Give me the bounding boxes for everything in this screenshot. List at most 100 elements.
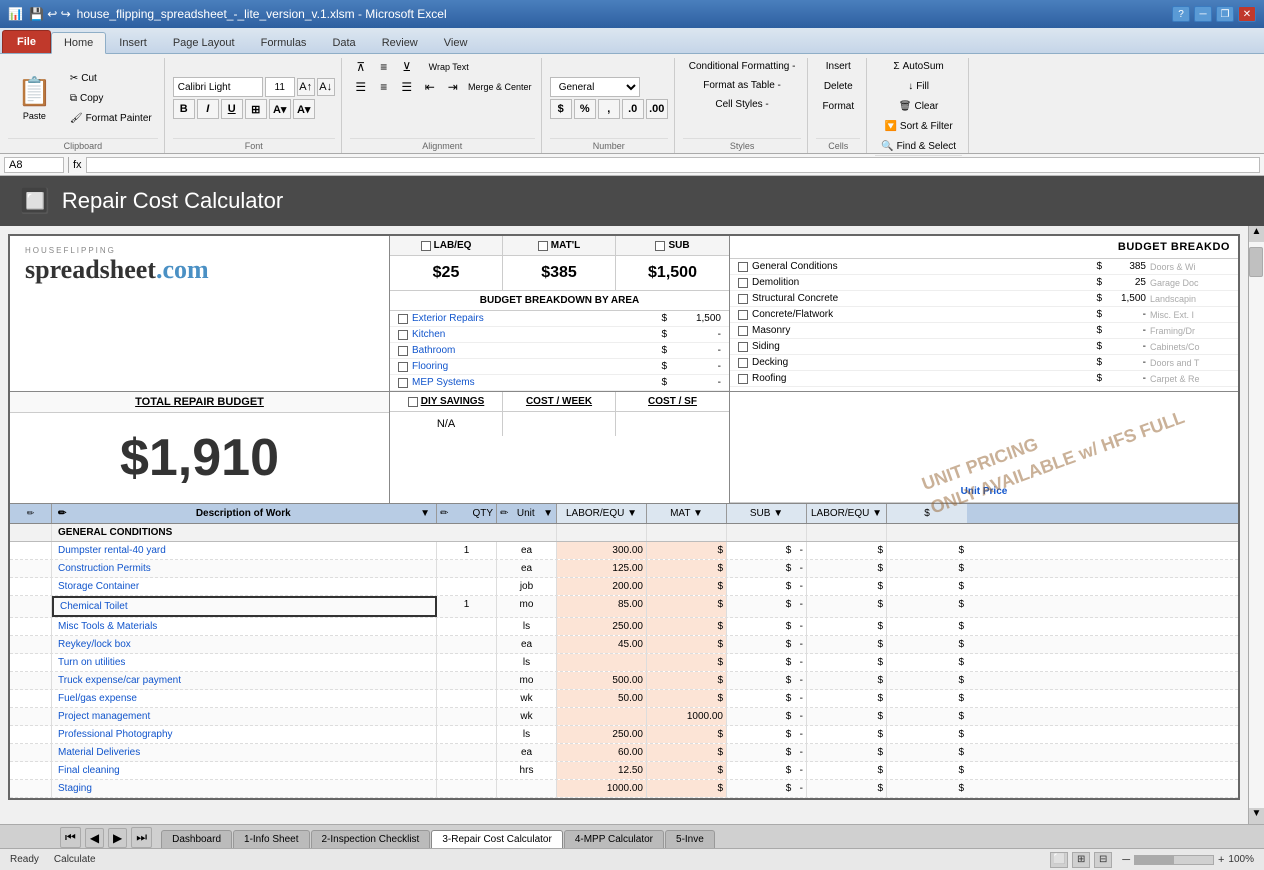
tab-inve[interactable]: 5-Inve <box>665 830 715 848</box>
diy-checkbox[interactable] <box>408 397 418 407</box>
format-as-table-button[interactable]: Format as Table - <box>697 77 787 94</box>
row-desc-11[interactable]: Material Deliveries <box>52 744 437 761</box>
sheet-nav-first[interactable]: ⏮ <box>60 827 81 848</box>
bold-button[interactable]: B <box>173 99 195 119</box>
normal-view-button[interactable]: ⬜ <box>1050 852 1068 868</box>
increase-indent-button[interactable]: ⇥ <box>442 78 464 96</box>
kitchen-checkbox[interactable] <box>398 330 408 340</box>
sheet-nav-last[interactable]: ⏭ <box>131 827 152 848</box>
dropdown-icon-labor2[interactable]: ▼ <box>872 508 882 519</box>
delete-cells-button[interactable]: Delete <box>818 78 859 95</box>
tab-info-sheet[interactable]: 1-Info Sheet <box>233 830 309 848</box>
sheet-nav-prev[interactable]: ◀ <box>85 828 104 848</box>
align-right-button[interactable]: ☰ <box>396 78 418 96</box>
wrap-text-button[interactable]: Wrap Text <box>419 58 479 76</box>
mep-item-name[interactable]: MEP Systems <box>412 377 657 388</box>
border-button[interactable]: ⊞ <box>245 99 267 119</box>
find-select-button[interactable]: 🔍 Find & Select <box>875 138 962 155</box>
row-desc-4[interactable]: Misc Tools & Materials <box>52 618 437 635</box>
sort-filter-button[interactable]: 🔽 Sort & Filter <box>878 118 958 135</box>
paste-button[interactable]: 📋 Paste <box>8 61 61 135</box>
tab-mpp[interactable]: 4-MPP Calculator <box>564 830 664 848</box>
bathroom-item-name[interactable]: Bathroom <box>412 345 657 356</box>
decrease-indent-button[interactable]: ⇤ <box>419 78 441 96</box>
decrease-decimal-button[interactable]: .0 <box>622 99 644 119</box>
kitchen-item-name[interactable]: Kitchen <box>412 329 657 340</box>
zoom-in-button[interactable]: + <box>1218 854 1224 866</box>
currency-button[interactable]: $ <box>550 99 572 119</box>
align-bottom-button[interactable]: ⊻ <box>396 58 418 76</box>
cell-styles-button[interactable]: Cell Styles - <box>709 96 774 113</box>
underline-button[interactable]: U <box>221 99 243 119</box>
number-format-select[interactable]: General <box>550 77 640 97</box>
cell-reference-box[interactable] <box>4 157 64 173</box>
tab-home[interactable]: Home <box>51 32 106 54</box>
fill-color-button[interactable]: A▾ <box>269 99 291 119</box>
row-desc-6[interactable]: Turn on utilities <box>52 654 437 671</box>
increase-decimal-button[interactable]: .00 <box>646 99 668 119</box>
lab-eq-checkbox[interactable] <box>421 241 431 251</box>
clear-button[interactable]: 🗑 Clear <box>893 98 945 115</box>
bri-5-checkbox[interactable] <box>738 342 748 352</box>
flooring-item-name[interactable]: Flooring <box>412 361 657 372</box>
merge-center-button[interactable]: Merge & Center <box>465 78 535 96</box>
dropdown-icon-mat[interactable]: ▼ <box>693 508 703 519</box>
format-painter-button[interactable]: 🖌Format Painter <box>64 110 158 127</box>
bri-4-checkbox[interactable] <box>738 326 748 336</box>
row-desc-10[interactable]: Professional Photography <box>52 726 437 743</box>
close-button[interactable]: ✕ <box>1238 6 1256 22</box>
row-desc-9[interactable]: Project management <box>52 708 437 725</box>
mat-l-checkbox[interactable] <box>538 241 548 251</box>
restore-button[interactable]: ❐ <box>1216 6 1234 22</box>
zoom-slider[interactable] <box>1134 855 1214 865</box>
format-cells-button[interactable]: Format <box>816 98 860 115</box>
italic-button[interactable]: I <box>197 99 219 119</box>
tab-dashboard[interactable]: Dashboard <box>161 830 232 848</box>
mep-checkbox[interactable] <box>398 378 408 388</box>
dropdown-icon-desc[interactable]: ▼ <box>420 508 430 519</box>
increase-font-button[interactable]: A↑ <box>297 78 315 96</box>
bri-6-checkbox[interactable] <box>738 358 748 368</box>
align-center-button[interactable]: ≡ <box>373 78 395 96</box>
tab-view[interactable]: View <box>431 32 481 53</box>
bri-2-checkbox[interactable] <box>738 294 748 304</box>
row-desc-2[interactable]: Storage Container <box>52 578 437 595</box>
comma-button[interactable]: , <box>598 99 620 119</box>
dropdown-icon-sub[interactable]: ▼ <box>773 508 783 519</box>
exterior-checkbox[interactable] <box>398 314 408 324</box>
tab-page-layout[interactable]: Page Layout <box>160 32 248 53</box>
bri-3-checkbox[interactable] <box>738 310 748 320</box>
tab-formulas[interactable]: Formulas <box>248 32 320 53</box>
page-break-view-button[interactable]: ⊟ <box>1094 852 1112 868</box>
row-desc-5[interactable]: Reykey/lock box <box>52 636 437 653</box>
sub-checkbox[interactable] <box>655 241 665 251</box>
bri-7-checkbox[interactable] <box>738 374 748 384</box>
bri-0-checkbox[interactable] <box>738 262 748 272</box>
zoom-out-button[interactable]: ─ <box>1122 854 1130 866</box>
percent-button[interactable]: % <box>574 99 596 119</box>
formula-input[interactable] <box>86 157 1260 173</box>
align-middle-button[interactable]: ≡ <box>373 58 395 76</box>
insert-cells-button[interactable]: Insert <box>820 58 857 75</box>
align-top-button[interactable]: ⊼ <box>350 58 372 76</box>
autosum-button[interactable]: Σ AutoSum <box>887 58 949 75</box>
scroll-down-arrow[interactable]: ▼ <box>1249 808 1264 824</box>
tab-data[interactable]: Data <box>319 32 368 53</box>
font-color-button[interactable]: A▾ <box>293 99 315 119</box>
tab-file[interactable]: File <box>2 30 51 53</box>
align-left-button[interactable]: ☰ <box>350 78 372 96</box>
sheet-nav-next[interactable]: ▶ <box>108 828 127 848</box>
bathroom-checkbox[interactable] <box>398 346 408 356</box>
row-desc-3[interactable]: Chemical Toilet <box>52 596 437 617</box>
tab-review[interactable]: Review <box>369 32 431 53</box>
copy-button[interactable]: ⧉Copy <box>64 90 158 107</box>
tab-repair-cost[interactable]: 3-Repair Cost Calculator <box>431 830 563 848</box>
scroll-thumb[interactable] <box>1249 247 1263 277</box>
tab-inspection[interactable]: 2-Inspection Checklist <box>311 830 431 848</box>
font-size-input[interactable] <box>265 77 295 97</box>
dropdown-icon-labor[interactable]: ▼ <box>627 508 637 519</box>
row-desc-8[interactable]: Fuel/gas expense <box>52 690 437 707</box>
scroll-up-arrow[interactable]: ▲ <box>1249 226 1264 242</box>
font-name-input[interactable] <box>173 77 263 97</box>
fill-button[interactable]: ↓ Fill <box>902 78 935 95</box>
